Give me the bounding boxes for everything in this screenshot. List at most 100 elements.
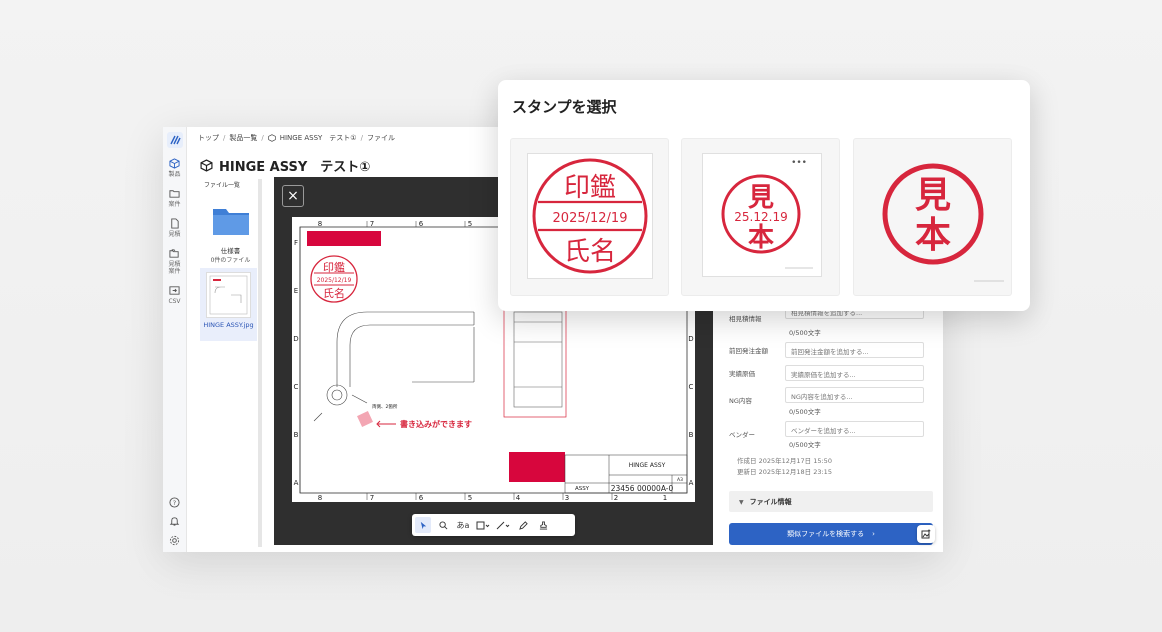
row-label: C <box>689 383 694 391</box>
stamp-date-text: 2025/12/19 <box>553 211 628 226</box>
breadcrumb: トップ / 製品一覧 / HINGE ASSY テスト① / ファイル <box>198 133 395 143</box>
stamp-icon <box>539 520 547 530</box>
breadcrumb-product[interactable]: HINGE ASSY テスト① <box>280 133 357 143</box>
breadcrumb-file: ファイル <box>366 134 395 142</box>
created-date: 作成日 2025年12月17日 15:50 <box>737 457 832 465</box>
field-actual-cost: 実績原価 実績原価を追加する... <box>729 364 933 382</box>
svg-text:?: ? <box>173 499 176 507</box>
image-search-button[interactable] <box>917 525 935 543</box>
rect-tool[interactable] <box>475 517 491 533</box>
rail-item-products[interactable]: 製品 <box>168 158 181 178</box>
line-icon <box>496 521 510 529</box>
stamp-option-inkan[interactable]: 印鑑 2025/12/19 氏名 <box>510 138 669 296</box>
updated-date: 更新日 2025年12月18日 23:15 <box>737 468 832 476</box>
rail-item-csv[interactable]: CSV <box>168 285 181 305</box>
folder-count: 0件のファイル <box>210 257 251 264</box>
stamp-preview: 印鑑 2025/12/19 氏名 <box>527 153 653 279</box>
breadcrumb-top[interactable]: トップ <box>198 133 219 143</box>
row-label: B <box>689 431 694 439</box>
field-ng-content: NG内容 NG内容を追加する... <box>729 387 933 409</box>
col-label: 3 <box>565 494 569 502</box>
cursor-icon <box>420 521 426 529</box>
dimension-note: 両側、2箇所 <box>372 403 398 410</box>
field-input[interactable]: 前回発注金額を追加する... <box>785 342 924 358</box>
folder-card[interactable]: 仕様書 0件のファイル <box>203 197 258 264</box>
col-label: 8 <box>318 220 322 228</box>
side-rail: 製品 案件 見積 見積 案件 CSV ? <box>163 127 187 552</box>
help-icon[interactable]: ? <box>169 497 180 508</box>
col-label: 6 <box>419 220 424 228</box>
rail-item-projects[interactable]: 案件 <box>168 188 181 208</box>
field-last-order-amount: 前回発注金額 前回発注金額を追加する... <box>729 341 933 359</box>
col-label: 4 <box>516 494 521 502</box>
redaction-block <box>509 452 565 482</box>
file-list-header: ファイル一覧 <box>204 182 241 189</box>
title-block-name: HINGE ASSY <box>629 462 666 469</box>
row-label: C <box>294 383 299 391</box>
file-info-section[interactable]: ▼ ファイル情報 <box>729 491 933 512</box>
page-title-text: HINGE ASSY テスト① <box>219 160 371 175</box>
cube-icon <box>200 159 213 172</box>
rectangle-icon <box>476 521 490 529</box>
close-button[interactable]: × <box>282 185 304 207</box>
stamp-option-mihon-dated[interactable]: ••• 見 25.12.19 本 <box>681 138 840 296</box>
file-info-label: ファイル情報 <box>749 498 792 506</box>
field-input[interactable]: ベンダーを追加する... <box>785 421 924 437</box>
folders-icon <box>169 249 179 258</box>
rail-item-estimates[interactable]: 見積 <box>168 218 181 238</box>
field-label: ベンダー <box>729 431 755 439</box>
close-icon: × <box>287 188 299 204</box>
field-input[interactable]: NG内容を追加する... <box>785 387 924 403</box>
title-block-number: 23456 00000A-0 <box>611 484 674 493</box>
zoom-tool[interactable] <box>435 517 451 533</box>
breadcrumb-products[interactable]: 製品一覧 <box>229 133 257 143</box>
red-outline-part <box>503 296 567 418</box>
gear-icon[interactable] <box>169 535 180 546</box>
rail-bottom: ? <box>169 497 180 546</box>
breadcrumb-separator: / <box>223 134 226 142</box>
field-vendor: ベンダー ベンダーを追加する... <box>729 421 933 443</box>
more-options-icon[interactable]: ••• <box>791 158 807 168</box>
rail-label: CSV <box>168 298 181 305</box>
stamp-select-modal: スタンプを選択 印鑑 2025/12/19 氏名 ••• 見 25.12.19 … <box>498 80 1030 311</box>
image-add-icon <box>921 529 931 539</box>
char-counter: 0/500文字 <box>789 441 821 449</box>
rail-label: 見積 案件 <box>168 261 181 275</box>
rail-item-estimate-projects[interactable]: 見積 案件 <box>168 248 181 275</box>
col-label: 5 <box>468 220 472 228</box>
pen-icon <box>518 520 528 530</box>
file-thumbnail <box>206 272 251 318</box>
stamp-tool[interactable] <box>535 517 551 533</box>
breadcrumb-separator: / <box>360 134 363 142</box>
field-input[interactable]: 実績原価を追加する... <box>785 365 924 381</box>
breadcrumb-separator: / <box>261 134 264 142</box>
text-tool[interactable]: あa <box>455 517 471 533</box>
chevron-down-icon: ▼ <box>739 499 744 506</box>
file-list-panel: ファイル一覧 仕様書 0件のファイル HINGE ASSY.jpg <box>198 177 260 547</box>
folder-icon <box>169 190 180 198</box>
stamp-date-text: 25.12.19 <box>734 210 787 224</box>
folder-name: 仕様書 <box>220 247 241 255</box>
zoom-icon <box>438 520 447 529</box>
select-tool[interactable] <box>415 517 431 533</box>
field-competitive-estimate: 相見積情報 相見積情報を追加する... <box>729 303 933 327</box>
pen-tool[interactable] <box>515 517 531 533</box>
file-name: HINGE ASSY.jpg <box>203 321 254 329</box>
stamp-bottom-text: 氏名 <box>564 237 616 267</box>
col-label: 8 <box>318 494 322 502</box>
file-card-selected[interactable]: HINGE ASSY.jpg <box>200 268 257 341</box>
field-label: NG内容 <box>729 397 752 405</box>
col-label: 2 <box>614 494 618 502</box>
row-label: F <box>294 239 298 247</box>
app-logo-icon[interactable] <box>166 132 183 148</box>
stamp-top: 印鑑 <box>323 260 345 274</box>
line-tool[interactable] <box>495 517 511 533</box>
field-label: 前回発注金額 <box>729 347 768 355</box>
row-label: B <box>294 431 299 439</box>
search-similar-button[interactable]: 類似ファイルを検索する › <box>729 523 933 545</box>
chevron-right-icon: › <box>872 530 875 538</box>
bell-icon[interactable] <box>169 516 180 527</box>
file-list-scrollbar[interactable] <box>258 179 262 547</box>
stamp-option-mihon[interactable]: 見 本 <box>853 138 1012 296</box>
char-counter: 0/500文字 <box>789 329 821 337</box>
